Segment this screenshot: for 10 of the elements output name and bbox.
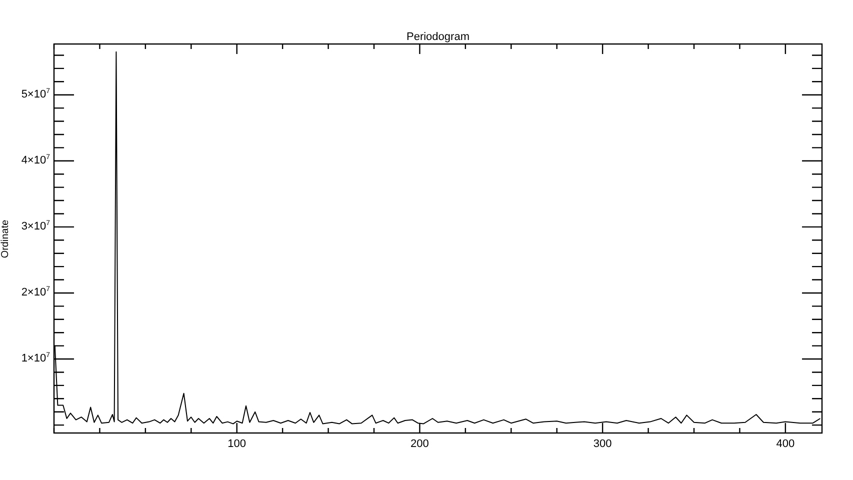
- x-tick-label: 200: [410, 438, 430, 450]
- y-tick-label: 2×10$^{7}$: [20, 287, 50, 298]
- chart-title: Periodogram: [406, 31, 470, 43]
- y-tick-label: 5×10$^{7}$: [20, 89, 50, 100]
- x-tick-label: 300: [592, 438, 613, 450]
- y-axis-label: Ordinate: [0, 220, 11, 258]
- x-tick-label: 400: [775, 438, 796, 450]
- y-tick-label: 1×10$^{7}$: [20, 354, 50, 365]
- x-tick-label: 100: [226, 438, 248, 450]
- y-tick-label: 4×10$^{7}$: [20, 155, 50, 166]
